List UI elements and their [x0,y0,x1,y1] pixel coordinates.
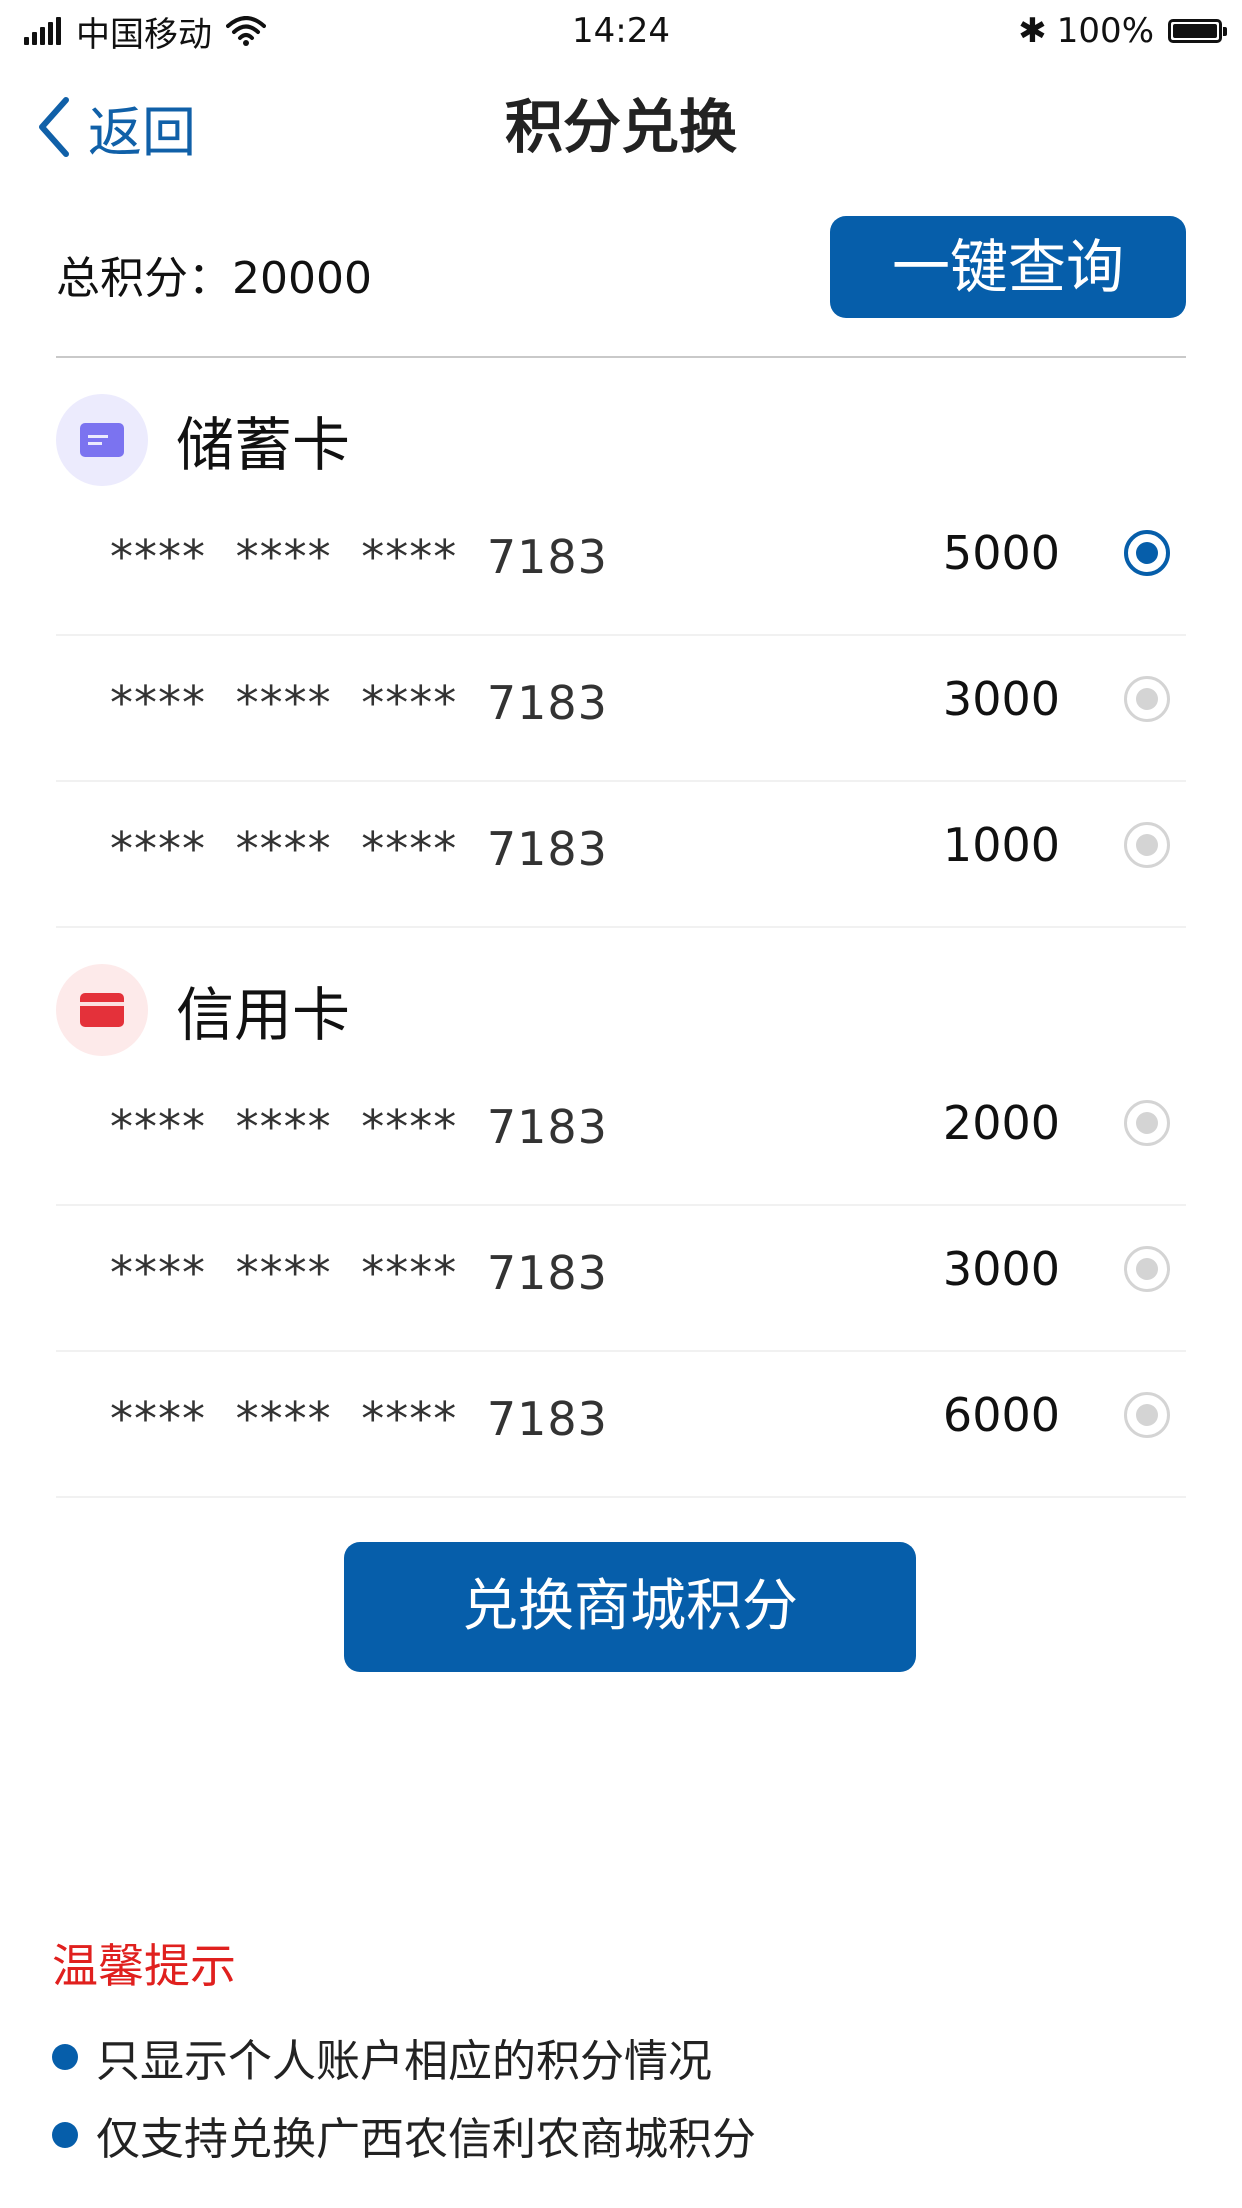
total-points-value: 20000 [232,253,372,304]
battery-percent: 100% [1056,11,1154,51]
total-points-row: 总积分：20000 一键查询 [56,212,1186,322]
card-number: **** **** **** 7183 [110,1246,608,1300]
radio-unselected[interactable] [1124,676,1170,722]
credit-card-icon [56,964,148,1056]
card-row[interactable]: **** **** **** 7183 2000 [56,1060,1186,1206]
radio-unselected[interactable] [1124,1246,1170,1292]
tip-item: 只显示个人账户相应的积分情况 [52,2018,1190,2096]
divider [56,356,1186,358]
bullet-icon [52,2122,78,2148]
card-points: 3000 [942,1242,1060,1296]
debit-card-icon [56,394,148,486]
page-title: 积分兑换 [504,93,737,161]
total-points: 总积分：20000 [56,242,372,306]
card-points: 6000 [942,1388,1060,1442]
battery-icon [1168,19,1227,43]
card-points: 2000 [942,1096,1060,1150]
card-row[interactable]: **** **** **** 7183 1000 [56,782,1186,928]
tip-text: 仅支持兑换广西农信利农商城积分 [96,2114,756,2165]
credit-card-title: 信用卡 [176,981,351,1049]
radio-unselected[interactable] [1124,1100,1170,1146]
radio-selected[interactable] [1124,530,1170,576]
card-number: **** **** **** 7183 [110,530,608,584]
debit-card-section: 储蓄卡 **** **** **** 7183 5000 **** **** *… [56,390,1186,928]
bluetooth-icon: ✱ [1018,11,1047,51]
card-row[interactable]: **** **** **** 7183 3000 [56,636,1186,782]
card-row[interactable]: **** **** **** 7183 3000 [56,1206,1186,1352]
exchange-mall-points-button[interactable]: 兑换商城积分 [344,1542,916,1672]
card-number: **** **** **** 7183 [110,822,608,876]
credit-card-header: 信用卡 [56,960,1186,1060]
card-row[interactable]: **** **** **** 7183 6000 [56,1352,1186,1498]
debit-card-header: 储蓄卡 [56,390,1186,490]
card-number: **** **** **** 7183 [110,1100,608,1154]
card-points: 1000 [942,818,1060,872]
bullet-icon [52,2044,78,2070]
tip-item: 仅支持兑换广西农信利农商城积分 [52,2096,1190,2174]
one-click-query-button[interactable]: 一键查询 [830,216,1186,318]
status-bar: 中国移动 14:24 ✱ 100% [0,0,1242,62]
tip-text: 只显示个人账户相应的积分情况 [96,2036,712,2087]
card-number: **** **** **** 7183 [110,1392,608,1446]
status-right: ✱ 100% [1018,8,1227,54]
radio-unselected[interactable] [1124,1392,1170,1438]
radio-unselected[interactable] [1124,822,1170,868]
card-points: 5000 [942,526,1060,580]
card-number: **** **** **** 7183 [110,676,608,730]
debit-card-title: 储蓄卡 [176,411,351,479]
tips-section: 温馨提示 只显示个人账户相应的积分情况 仅支持兑换广西农信利农商城积分 [52,1930,1190,2174]
card-row[interactable]: **** **** **** 7183 5000 [56,490,1186,636]
tips-title: 温馨提示 [52,1939,236,1993]
card-points: 3000 [942,672,1060,726]
total-points-label: 总积分： [56,253,232,304]
credit-card-section: 信用卡 **** **** **** 7183 2000 **** **** *… [56,960,1186,1498]
nav-bar: 返回 积分兑换 [0,62,1242,192]
